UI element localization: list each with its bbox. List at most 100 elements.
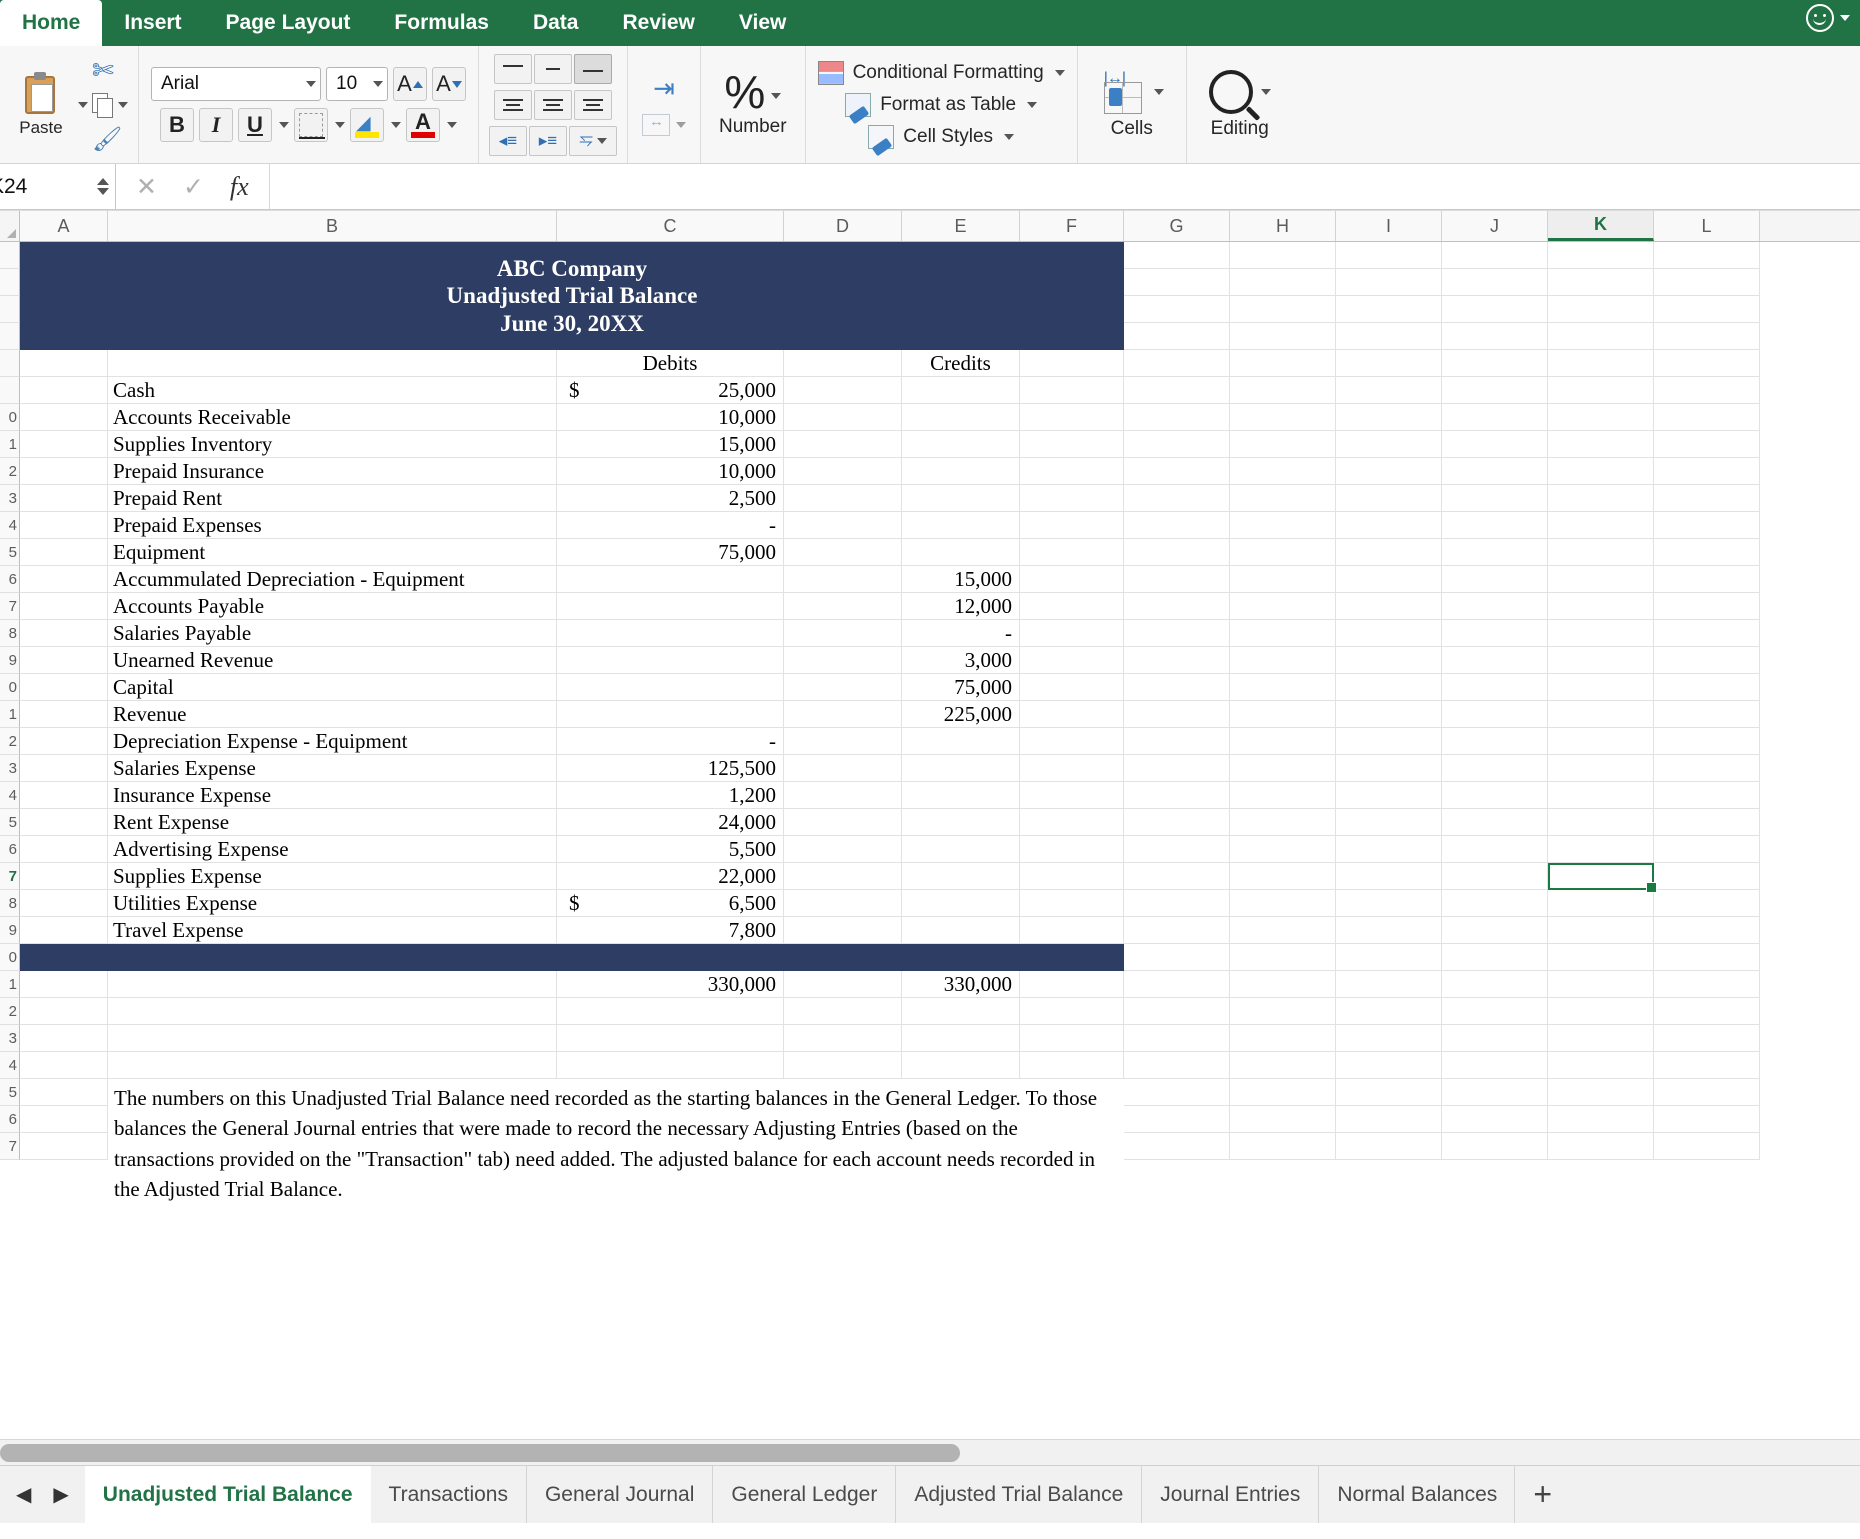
grid-cell[interactable] xyxy=(1336,782,1442,809)
grid-cell[interactable] xyxy=(1124,539,1230,566)
grid-cell[interactable] xyxy=(1020,593,1124,620)
cell-styles-button[interactable]: Cell Styles xyxy=(868,124,1015,149)
grid-cell[interactable] xyxy=(1442,701,1548,728)
grid-cell[interactable]: 7,800 xyxy=(557,917,784,944)
grid-cell[interactable] xyxy=(1442,296,1548,323)
grid-cell[interactable] xyxy=(1548,836,1654,863)
font-name-combo[interactable]: Arial xyxy=(151,67,321,101)
grid-cell[interactable] xyxy=(1230,944,1336,971)
grid-cell[interactable] xyxy=(902,998,1020,1025)
grid-cell[interactable] xyxy=(784,566,902,593)
row-header[interactable] xyxy=(0,377,20,404)
row-header[interactable]: 8 xyxy=(0,620,20,647)
ribbon-tab-page-layout[interactable]: Page Layout xyxy=(204,0,373,46)
grid-cell[interactable]: 330,000 xyxy=(557,971,784,998)
grid-cell[interactable] xyxy=(1336,647,1442,674)
grid-cell[interactable] xyxy=(1336,620,1442,647)
grid-cell[interactable] xyxy=(1548,674,1654,701)
grid-cell[interactable] xyxy=(1548,242,1654,269)
horizontal-scrollbar[interactable] xyxy=(0,1439,1860,1465)
grid-cell[interactable] xyxy=(108,944,557,971)
grid-cell[interactable] xyxy=(108,1025,557,1052)
search-icon[interactable] xyxy=(1208,69,1253,114)
grid-cell[interactable] xyxy=(1442,404,1548,431)
grid-cell[interactable] xyxy=(108,998,557,1025)
grid-cell[interactable] xyxy=(1654,566,1760,593)
grid-cell[interactable] xyxy=(902,890,1020,917)
row-header[interactable]: 2 xyxy=(0,998,20,1025)
row-header[interactable] xyxy=(0,269,20,296)
cells-dropdown-icon[interactable] xyxy=(1153,88,1164,95)
grid-cell[interactable] xyxy=(1020,998,1124,1025)
grid-cell[interactable] xyxy=(1124,755,1230,782)
grid-cell[interactable] xyxy=(1654,863,1760,890)
grid-cell[interactable] xyxy=(1654,485,1760,512)
grid-cell[interactable] xyxy=(1548,1025,1654,1052)
underline-button[interactable]: U xyxy=(238,108,272,142)
grid-cell[interactable] xyxy=(1548,458,1654,485)
grid-cell[interactable]: - xyxy=(902,620,1020,647)
grid-cell[interactable] xyxy=(1548,1079,1654,1106)
column-header-j[interactable]: J xyxy=(1442,211,1548,241)
grid-cell[interactable] xyxy=(1548,944,1654,971)
grid-cell[interactable] xyxy=(1548,620,1654,647)
grid-cell[interactable] xyxy=(1336,323,1442,350)
add-sheet-icon[interactable]: + xyxy=(1515,1466,1570,1523)
grid-cell[interactable] xyxy=(20,1106,108,1133)
grid-cell[interactable] xyxy=(20,674,108,701)
grid-cell[interactable] xyxy=(1442,566,1548,593)
grid-cell[interactable]: $6,500 xyxy=(557,890,784,917)
sheet-tab-general-journal[interactable]: General Journal xyxy=(526,1466,714,1523)
grid-cell[interactable] xyxy=(557,593,784,620)
grid-cell[interactable] xyxy=(1548,404,1654,431)
chevron-down-icon[interactable] xyxy=(373,81,383,87)
grid-cell[interactable] xyxy=(1020,755,1124,782)
grid-cell[interactable] xyxy=(902,512,1020,539)
align-middle-button[interactable] xyxy=(534,53,572,84)
row-header[interactable] xyxy=(0,323,20,350)
grid-cell[interactable] xyxy=(20,458,108,485)
grid-cell[interactable] xyxy=(20,350,108,377)
grid-cell[interactable] xyxy=(1124,485,1230,512)
row-header[interactable]: 1 xyxy=(0,971,20,998)
grid-cell[interactable]: 1,200 xyxy=(557,782,784,809)
grid-cell[interactable] xyxy=(1442,863,1548,890)
grid-cell[interactable] xyxy=(1654,701,1760,728)
grid-cell[interactable] xyxy=(1548,863,1654,890)
row-header[interactable] xyxy=(0,350,20,377)
grid-cell[interactable]: Salaries Expense xyxy=(108,755,557,782)
row-header[interactable]: 3 xyxy=(0,755,20,782)
grid-cell[interactable]: Unearned Revenue xyxy=(108,647,557,674)
grid-cell[interactable] xyxy=(784,620,902,647)
grid-cell[interactable] xyxy=(1548,728,1654,755)
column-header-k[interactable]: K xyxy=(1548,211,1654,241)
fill-color-button[interactable]: ◢ xyxy=(350,108,384,142)
grid-cell[interactable] xyxy=(20,701,108,728)
grid-cell[interactable] xyxy=(20,431,108,458)
grid-cell[interactable] xyxy=(1548,296,1654,323)
grid-cell[interactable] xyxy=(1230,1106,1336,1133)
grid-cell[interactable]: 2,500 xyxy=(557,485,784,512)
grid-cell[interactable] xyxy=(1124,1106,1230,1133)
grid-cell[interactable] xyxy=(1230,593,1336,620)
grid-cell[interactable] xyxy=(1548,566,1654,593)
chevron-down-icon[interactable] xyxy=(1004,133,1015,140)
underline-dropdown-icon[interactable] xyxy=(279,122,289,128)
grid-cell[interactable] xyxy=(1124,593,1230,620)
grid-cell[interactable] xyxy=(1442,431,1548,458)
grid-cell[interactable] xyxy=(1442,1133,1548,1160)
grid-cell[interactable] xyxy=(1124,323,1230,350)
grid-cell[interactable] xyxy=(20,836,108,863)
grid-cell[interactable]: 12,000 xyxy=(902,593,1020,620)
chevron-down-icon[interactable] xyxy=(306,81,316,87)
grid-cell[interactable] xyxy=(1654,674,1760,701)
grid-cell[interactable] xyxy=(1124,458,1230,485)
grid-cell[interactable] xyxy=(1654,1025,1760,1052)
grid-cell[interactable]: 15,000 xyxy=(902,566,1020,593)
grid-cell[interactable] xyxy=(1336,971,1442,998)
smiley-face-icon[interactable] xyxy=(1806,4,1834,32)
grid-cell[interactable] xyxy=(1336,350,1442,377)
grid-cell[interactable] xyxy=(1336,701,1442,728)
grid-cell[interactable] xyxy=(1020,377,1124,404)
row-header[interactable]: 4 xyxy=(0,782,20,809)
